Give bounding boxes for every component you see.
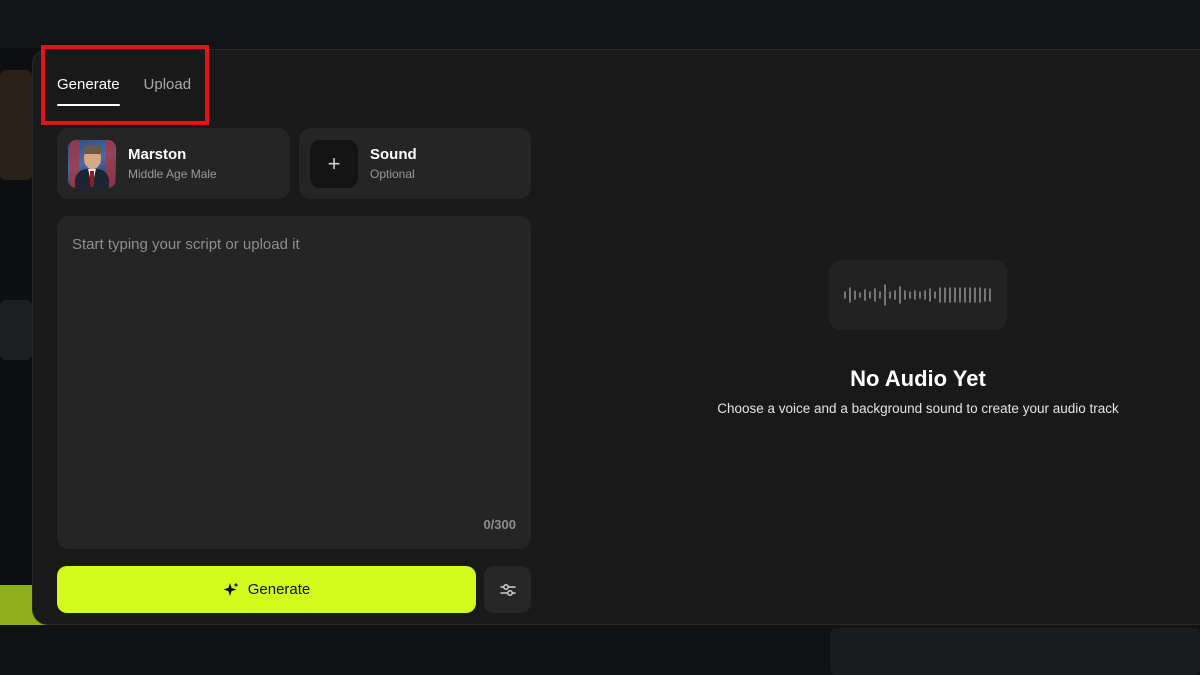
voice-avatar (68, 139, 116, 188)
voice-name: Marston (128, 146, 187, 163)
script-input[interactable] (57, 216, 531, 549)
audio-generator-modal: Generate Upload Marston Middle Age Male … (32, 45, 1200, 625)
script-input-area: 0/300 (57, 216, 531, 549)
voice-description: Middle Age Male (128, 167, 217, 181)
sound-title: Sound (370, 146, 417, 163)
empty-state-subtitle: Choose a voice and a background sound to… (717, 401, 1119, 416)
sound-selector-card[interactable]: + Sound Optional (299, 128, 531, 199)
waveform-icon (829, 260, 1007, 330)
tab-generate[interactable]: Generate (57, 76, 120, 106)
sliders-icon (499, 583, 516, 596)
sparkle-icon (223, 582, 239, 596)
generate-button[interactable]: Generate (57, 566, 476, 613)
background-element (0, 70, 32, 180)
background-element (830, 628, 1200, 675)
background-element (0, 300, 32, 360)
mode-tabs: Generate Upload (57, 76, 191, 106)
tab-upload[interactable]: Upload (144, 76, 192, 106)
voice-selector-card[interactable]: Marston Middle Age Male (57, 128, 290, 199)
settings-button[interactable] (484, 566, 531, 613)
empty-state-title: No Audio Yet (850, 366, 986, 391)
background-top-bar (0, 0, 1200, 48)
plus-icon: + (310, 139, 358, 188)
character-counter: 0/300 (483, 517, 516, 532)
generate-button-label: Generate (247, 581, 311, 598)
sound-subtitle: Optional (370, 167, 415, 181)
